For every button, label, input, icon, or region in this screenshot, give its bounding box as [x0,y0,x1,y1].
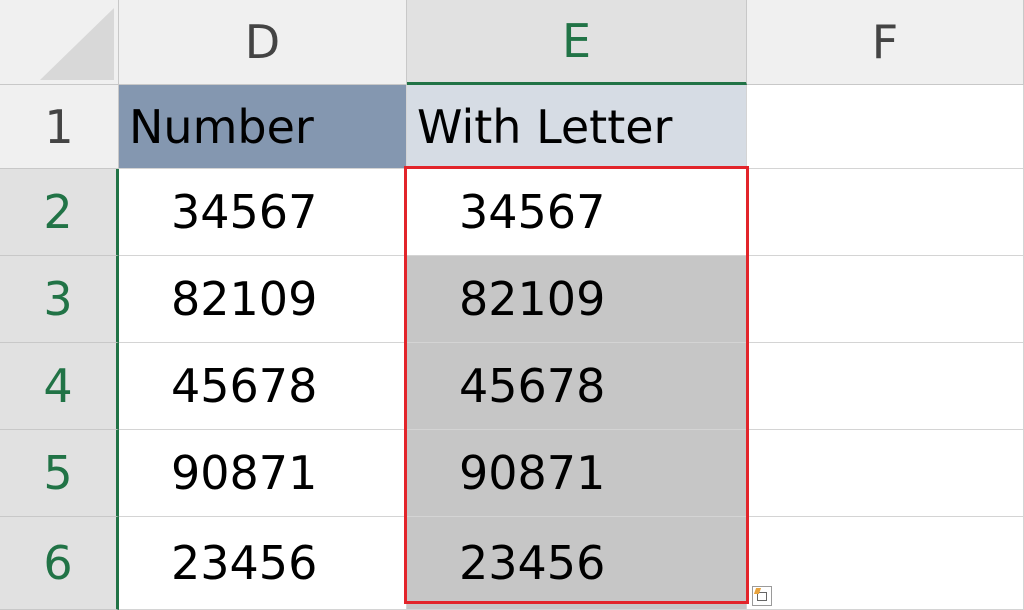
cell-e5[interactable]: 90871 [407,430,747,517]
quick-analysis-icon[interactable] [752,586,772,606]
row-header-1[interactable]: 1 [0,85,119,169]
cell-f1[interactable] [747,85,1024,169]
cell-f2[interactable] [747,169,1024,256]
cell-e3[interactable]: 82109 [407,256,747,343]
cell-f3[interactable] [747,256,1024,343]
column-header-d[interactable]: D [119,0,407,85]
select-all-corner[interactable] [0,0,119,85]
row-header-6[interactable]: 6 [0,517,119,610]
row-header-2[interactable]: 2 [0,169,119,256]
spreadsheet-grid: D E F 1 2 3 4 5 6 Number With Letter 345… [0,0,1024,610]
cell-f5[interactable] [747,430,1024,517]
column-header-f[interactable]: F [747,0,1024,85]
cell-f6[interactable] [747,517,1024,610]
cell-e1[interactable]: With Letter [407,85,747,169]
cell-d2[interactable]: 34567 [119,169,407,256]
cell-e6[interactable]: 23456 [407,517,747,610]
cell-d1[interactable]: Number [119,85,407,169]
cell-d3[interactable]: 82109 [119,256,407,343]
cell-d6[interactable]: 23456 [119,517,407,610]
cell-e4[interactable]: 45678 [407,343,747,430]
cell-f4[interactable] [747,343,1024,430]
column-header-e[interactable]: E [407,0,747,85]
cell-d5[interactable]: 90871 [119,430,407,517]
cell-e2[interactable]: 34567 [407,169,747,256]
select-all-triangle-icon [40,8,114,80]
row-header-5[interactable]: 5 [0,430,119,517]
cell-d4[interactable]: 45678 [119,343,407,430]
row-header-3[interactable]: 3 [0,256,119,343]
row-header-4[interactable]: 4 [0,343,119,430]
